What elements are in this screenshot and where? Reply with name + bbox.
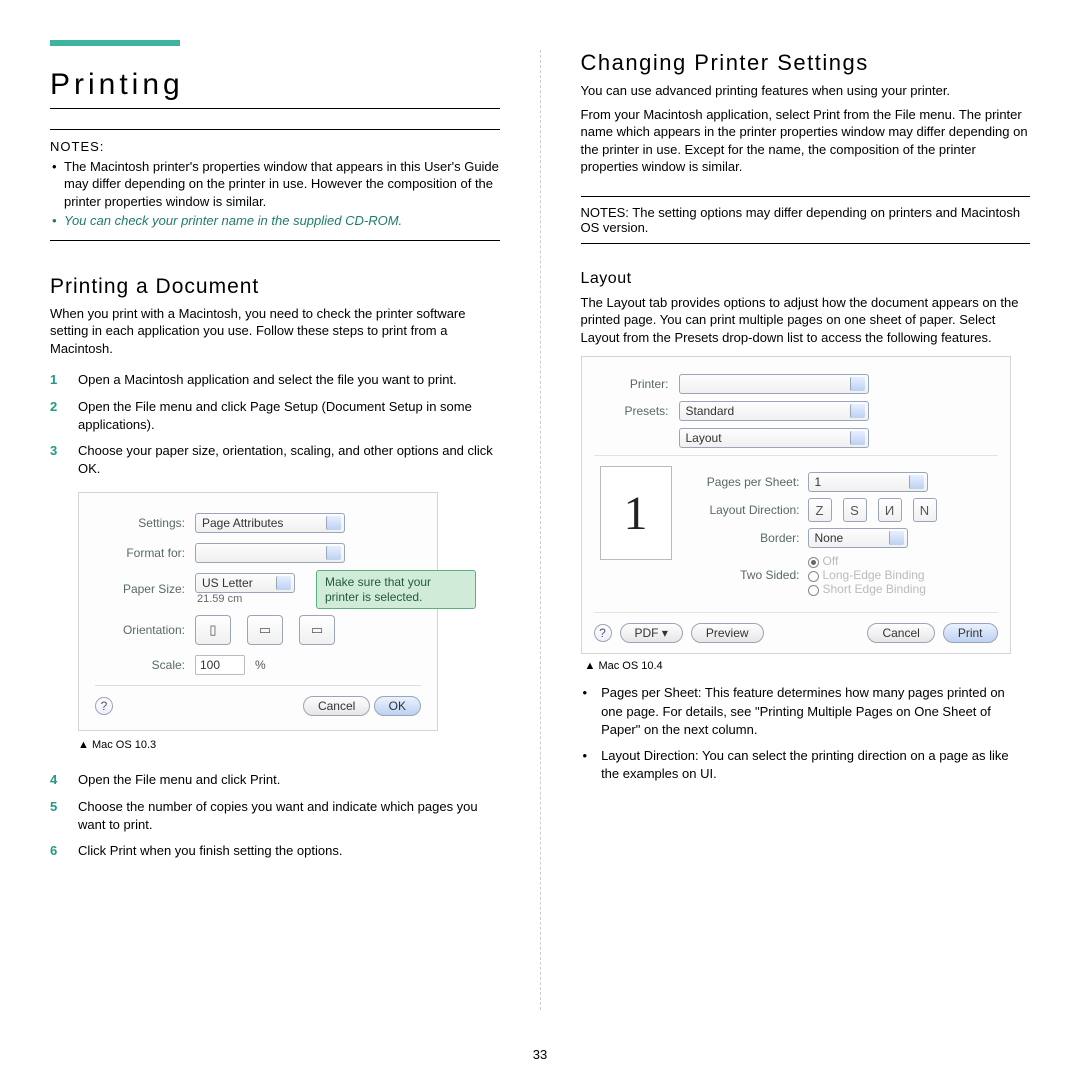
page-setup-panel: Settings: Page Attributes Format for: Pa… bbox=[78, 492, 438, 731]
formatfor-select[interactable] bbox=[195, 543, 345, 563]
orientation-landscape-button[interactable]: ▭ bbox=[247, 615, 283, 645]
step-6: 6Click Print when you finish setting the… bbox=[50, 842, 500, 860]
twosided-short: Short Edge Binding bbox=[808, 582, 926, 596]
layout-body: The Layout tab provides options to adjus… bbox=[581, 294, 1031, 347]
twosided-off: Off bbox=[808, 554, 926, 568]
cancel-button-2[interactable]: Cancel bbox=[867, 623, 934, 643]
formatfor-label: Format for: bbox=[95, 546, 185, 560]
printer-select[interactable] bbox=[679, 374, 869, 394]
twosided-long: Long-Edge Binding bbox=[808, 568, 926, 582]
section-intro: When you print with a Macintosh, you nee… bbox=[50, 305, 500, 358]
scale-input[interactable] bbox=[195, 655, 245, 675]
orientation-label: Orientation: bbox=[95, 623, 185, 637]
notes-item-2: You can check your printer name in the s… bbox=[50, 212, 500, 230]
printer-label: Printer: bbox=[594, 377, 669, 391]
presets-select[interactable]: Standard bbox=[679, 401, 869, 421]
layout-dir-3-icon[interactable]: И bbox=[878, 498, 902, 522]
step-4: 4Open the File menu and click Print. bbox=[50, 771, 500, 789]
layout-panel: Printer: Presets: Standard Layout 1 Page… bbox=[581, 356, 1011, 654]
steps-list-2: 4Open the File menu and click Print. 5Ch… bbox=[50, 771, 500, 860]
notes-label: NOTES: bbox=[50, 138, 500, 156]
presets-label: Presets: bbox=[594, 404, 669, 418]
step-2: 2Open the File menu and click Page Setup… bbox=[50, 398, 500, 434]
feature-dir: Layout Direction: You can select the pri… bbox=[581, 747, 1031, 783]
section-heading: Printing a Document bbox=[50, 275, 500, 299]
printer-selected-callout: Make sure that your printer is selected. bbox=[316, 570, 476, 609]
notes-item-1: The Macintosh printer's properties windo… bbox=[50, 158, 500, 211]
steps-list: 1Open a Macintosh application and select… bbox=[50, 371, 500, 478]
orientation-reverse-button[interactable]: ▭ bbox=[299, 615, 335, 645]
border-select[interactable]: None bbox=[808, 528, 908, 548]
left-column: Printing NOTES: The Macintosh printer's … bbox=[50, 40, 500, 1050]
right-p1: You can use advanced printing features w… bbox=[581, 82, 1031, 100]
column-divider bbox=[540, 50, 541, 1010]
notes-box-2: NOTES: The setting options may differ de… bbox=[581, 196, 1031, 244]
help-icon[interactable]: ? bbox=[95, 697, 113, 715]
pps-select[interactable]: 1 bbox=[808, 472, 928, 492]
cancel-button[interactable]: Cancel bbox=[303, 696, 370, 716]
help-icon-2[interactable]: ? bbox=[594, 624, 612, 642]
settings-select[interactable]: Page Attributes bbox=[195, 513, 345, 533]
preview-button[interactable]: Preview bbox=[691, 623, 764, 643]
pdf-button[interactable]: PDF ▾ bbox=[620, 623, 683, 643]
border-label: Border: bbox=[690, 531, 800, 545]
caption-mac-103: ▲ Mac OS 10.3 bbox=[78, 739, 500, 751]
scale-label: Scale: bbox=[95, 658, 185, 672]
right-p2: From your Macintosh application, select … bbox=[581, 106, 1031, 176]
scale-unit: % bbox=[255, 658, 266, 672]
page-number: 33 bbox=[0, 1047, 1080, 1062]
step-5: 5Choose the number of copies you want an… bbox=[50, 798, 500, 834]
papersize-select[interactable]: US Letter bbox=[195, 573, 295, 593]
right-column: Changing Printer Settings You can use ad… bbox=[581, 40, 1031, 1050]
step-3: 3Choose your paper size, orientation, sc… bbox=[50, 442, 500, 478]
layout-dir-4-icon[interactable]: N bbox=[913, 498, 937, 522]
layout-dir-1-icon[interactable]: Z bbox=[808, 498, 832, 522]
page-root: Printing NOTES: The Macintosh printer's … bbox=[0, 0, 1080, 1080]
section-select[interactable]: Layout bbox=[679, 428, 869, 448]
feature-pps: Pages per Sheet: This feature determines… bbox=[581, 684, 1031, 739]
pps-label: Pages per Sheet: bbox=[690, 475, 800, 489]
step-1: 1Open a Macintosh application and select… bbox=[50, 371, 500, 389]
twosided-label: Two Sided: bbox=[690, 568, 800, 582]
settings-label: Settings: bbox=[95, 516, 185, 530]
layout-preview: 1 bbox=[600, 466, 672, 560]
feature-list: Pages per Sheet: This feature determines… bbox=[581, 684, 1031, 783]
accent-bar bbox=[50, 40, 180, 46]
papersize-label: Paper Size: bbox=[95, 582, 185, 596]
ok-button[interactable]: OK bbox=[374, 696, 421, 716]
layout-dir-2-icon[interactable]: S bbox=[843, 498, 867, 522]
layout-heading: Layout bbox=[581, 270, 1031, 288]
dir-label: Layout Direction: bbox=[690, 503, 800, 517]
right-title: Changing Printer Settings bbox=[581, 50, 1031, 76]
caption-mac-104: ▲ Mac OS 10.4 bbox=[585, 660, 1031, 672]
papersize-sub: 21.59 cm bbox=[197, 593, 295, 605]
print-button[interactable]: Print bbox=[943, 623, 998, 643]
main-title: Printing bbox=[50, 68, 500, 109]
orientation-portrait-button[interactable]: ▯ bbox=[195, 615, 231, 645]
notes-block: NOTES: The Macintosh printer's propertie… bbox=[50, 129, 500, 241]
